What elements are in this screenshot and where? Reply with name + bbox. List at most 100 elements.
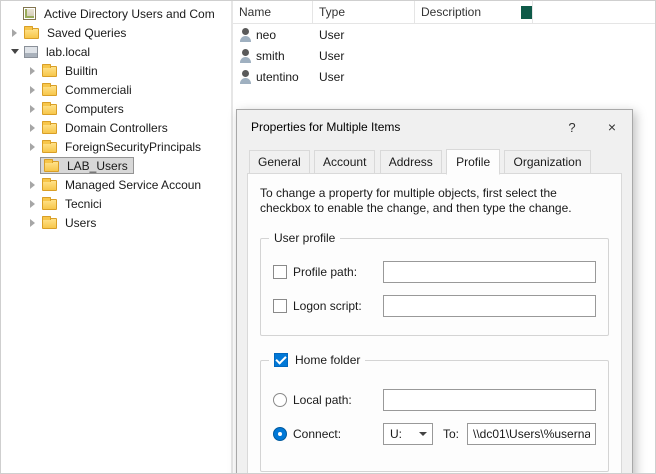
connect-label: Connect: bbox=[293, 427, 377, 441]
tree-item-label: Tecnici bbox=[62, 196, 105, 212]
expand-arrow[interactable] bbox=[25, 196, 40, 211]
expand-arrow[interactable] bbox=[25, 139, 40, 154]
logon-script-input[interactable] bbox=[383, 295, 596, 317]
logon-script-row: Logon script: bbox=[273, 295, 596, 317]
aduc-root-icon bbox=[23, 7, 36, 20]
tree-item-tecnici[interactable]: Tecnici bbox=[1, 194, 231, 213]
close-button[interactable]: × bbox=[592, 110, 632, 144]
object-type: User bbox=[313, 70, 415, 84]
column-header-type[interactable]: Type bbox=[313, 1, 415, 23]
home-folder-path-input[interactable] bbox=[467, 423, 596, 445]
tab-address[interactable]: Address bbox=[380, 150, 442, 174]
expand-arrow[interactable] bbox=[25, 82, 40, 97]
tree-item-domain-controllers[interactable]: Domain Controllers bbox=[1, 118, 231, 137]
object-type: User bbox=[313, 28, 415, 42]
home-folder-checkbox[interactable] bbox=[274, 353, 288, 367]
dialog-tabstrip: General Account Address Profile Organiza… bbox=[247, 148, 622, 174]
chevron-right-icon bbox=[30, 143, 35, 151]
home-folder-group: Home folder Local path: Connect: U: To: bbox=[260, 360, 609, 472]
help-button[interactable]: ? bbox=[552, 110, 592, 144]
home-folder-group-label: Home folder bbox=[269, 353, 365, 367]
folder-icon bbox=[44, 161, 59, 172]
column-header-name[interactable]: Name bbox=[233, 1, 313, 23]
tree-item-commerciali[interactable]: Commerciali bbox=[1, 80, 231, 99]
tree-item-label: LAB_Users bbox=[64, 158, 131, 174]
tree-item-computers[interactable]: Computers bbox=[1, 99, 231, 118]
tree-item-label: Builtin bbox=[62, 63, 101, 79]
tree-item-managed-service-accounts[interactable]: Managed Service Accoun bbox=[1, 175, 231, 194]
local-path-radio[interactable] bbox=[273, 393, 287, 407]
tree-item-label: lab.local bbox=[43, 44, 93, 60]
chevron-right-icon bbox=[30, 181, 35, 189]
object-name: neo bbox=[256, 28, 276, 42]
list-item-smith[interactable]: smith User bbox=[233, 45, 656, 66]
tree-item-label: Commerciali bbox=[62, 82, 135, 98]
tab-account[interactable]: Account bbox=[314, 150, 375, 174]
local-path-input[interactable] bbox=[383, 389, 596, 411]
collapse-arrow[interactable] bbox=[7, 44, 22, 59]
chevron-right-icon bbox=[30, 86, 35, 94]
column-header-description[interactable]: Description bbox=[415, 1, 533, 23]
chevron-down-icon bbox=[11, 49, 19, 54]
user-profile-group-label: User profile bbox=[269, 231, 340, 245]
tree-item-root[interactable]: Active Directory Users and Com bbox=[1, 4, 231, 23]
object-name: smith bbox=[256, 49, 285, 63]
user-profile-group: User profile Profile path: Logon script: bbox=[260, 238, 609, 336]
drive-letter-value: U: bbox=[384, 427, 419, 441]
tree-item-saved-queries[interactable]: Saved Queries bbox=[1, 23, 231, 42]
connect-radio[interactable] bbox=[273, 427, 287, 441]
profile-tab-page: To change a property for multiple object… bbox=[247, 173, 622, 474]
expand-arrow[interactable] bbox=[25, 101, 40, 116]
folder-icon bbox=[42, 123, 57, 134]
chevron-right-icon bbox=[30, 219, 35, 227]
chevron-right-icon bbox=[30, 67, 35, 75]
tree-item-label: ForeignSecurityPrincipals bbox=[62, 139, 204, 155]
profile-path-input[interactable] bbox=[383, 261, 596, 283]
folder-icon bbox=[42, 85, 57, 96]
logon-script-label: Logon script: bbox=[293, 299, 377, 313]
profile-path-checkbox[interactable] bbox=[273, 265, 287, 279]
folder-icon bbox=[42, 142, 57, 153]
tree-item-label: Saved Queries bbox=[44, 25, 129, 41]
profile-path-label: Profile path: bbox=[293, 265, 377, 279]
domain-icon bbox=[24, 46, 38, 58]
chevron-right-icon bbox=[30, 105, 35, 113]
expand-arrow[interactable] bbox=[25, 177, 40, 192]
tree-item-label: Users bbox=[62, 215, 99, 231]
user-icon bbox=[239, 28, 252, 42]
folder-icon bbox=[24, 28, 39, 39]
expand-arrow[interactable] bbox=[25, 63, 40, 78]
properties-dialog: Properties for Multiple Items ? × Genera… bbox=[236, 109, 633, 474]
tree-item-users[interactable]: Users bbox=[1, 213, 231, 232]
tree-item-label: Computers bbox=[62, 101, 127, 117]
chevron-right-icon bbox=[12, 29, 17, 37]
user-icon bbox=[239, 70, 252, 84]
connect-row: Connect: U: To: bbox=[273, 423, 596, 445]
tree-item-builtin[interactable]: Builtin bbox=[1, 61, 231, 80]
logon-script-checkbox[interactable] bbox=[273, 299, 287, 313]
profile-path-row: Profile path: bbox=[273, 261, 596, 283]
selected-tree-item: LAB_Users bbox=[40, 157, 134, 174]
tree-item-foreign-security-principals[interactable]: ForeignSecurityPrincipals bbox=[1, 137, 231, 156]
drive-letter-dropdown[interactable]: U: bbox=[383, 423, 433, 445]
folder-icon bbox=[42, 199, 57, 210]
list-item-neo[interactable]: neo User bbox=[233, 24, 656, 45]
expand-arrow[interactable] bbox=[25, 120, 40, 135]
object-name: utentino bbox=[256, 70, 299, 84]
tree-item-label: Managed Service Accoun bbox=[62, 177, 204, 193]
user-icon bbox=[239, 49, 252, 63]
intro-text: To change a property for multiple object… bbox=[260, 186, 609, 216]
console-tree: Active Directory Users and Com Saved Que… bbox=[1, 1, 231, 473]
tab-profile[interactable]: Profile bbox=[446, 149, 500, 175]
list-item-utentino[interactable]: utentino User bbox=[233, 66, 656, 87]
expand-arrow[interactable] bbox=[25, 215, 40, 230]
tab-general[interactable]: General bbox=[249, 150, 310, 174]
tree-item-domain[interactable]: lab.local bbox=[1, 42, 231, 61]
tree-item-lab-users[interactable]: LAB_Users bbox=[1, 156, 231, 175]
expand-arrow[interactable] bbox=[7, 25, 22, 40]
dialog-titlebar[interactable]: Properties for Multiple Items ? × bbox=[237, 110, 632, 144]
header-badge bbox=[521, 6, 532, 19]
tab-organization[interactable]: Organization bbox=[504, 150, 590, 174]
chevron-right-icon bbox=[30, 124, 35, 132]
folder-icon bbox=[42, 66, 57, 77]
